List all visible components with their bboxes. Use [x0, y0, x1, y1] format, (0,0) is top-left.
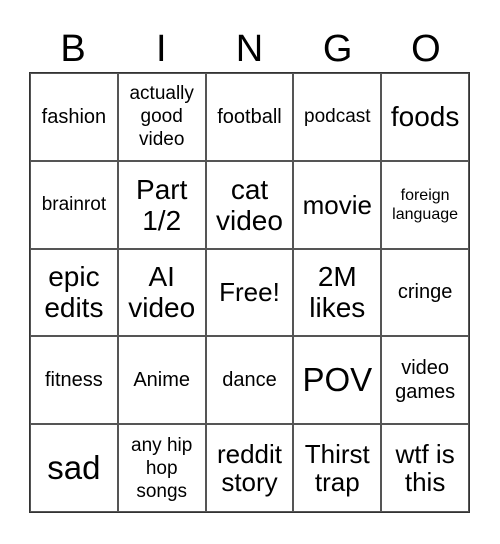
- bingo-cell[interactable]: foods: [381, 73, 469, 161]
- bingo-cell[interactable]: actually good video: [117, 73, 206, 161]
- bingo-cell[interactable]: podcast: [293, 73, 382, 161]
- bingo-cell[interactable]: Thirst trap: [293, 424, 382, 512]
- bingo-cell[interactable]: AI video: [117, 248, 206, 337]
- bingo-cell[interactable]: dance: [205, 336, 294, 425]
- bingo-cell[interactable]: brainrot: [30, 160, 118, 249]
- bingo-cell[interactable]: wtf is this: [381, 424, 469, 512]
- bingo-cell[interactable]: video games: [381, 336, 469, 425]
- bingo-cell[interactable]: Part 1/2: [117, 160, 206, 249]
- header-letter-n: N: [235, 28, 264, 70]
- bingo-cell[interactable]: cat video: [205, 160, 294, 249]
- free-space-cell[interactable]: Free!: [205, 248, 294, 337]
- bingo-cell[interactable]: Anime: [117, 336, 206, 425]
- bingo-cell[interactable]: any hip hop songs: [117, 424, 206, 512]
- bingo-cell[interactable]: POV: [293, 336, 382, 425]
- bingo-header: B I N G O: [29, 26, 470, 72]
- bingo-cell[interactable]: 2M likes: [293, 248, 382, 337]
- bingo-cell[interactable]: sad: [30, 424, 118, 512]
- bingo-grid: fashion actually good video football pod…: [29, 72, 470, 513]
- bingo-cell[interactable]: football: [205, 73, 294, 161]
- bingo-cell[interactable]: epic edits: [30, 248, 118, 337]
- bingo-cell[interactable]: reddit story: [205, 424, 294, 512]
- bingo-cell[interactable]: fitness: [30, 336, 118, 425]
- bingo-cell[interactable]: cringe: [381, 248, 469, 337]
- bingo-cell[interactable]: foreign language: [381, 160, 469, 249]
- header-letter-o: O: [411, 28, 441, 70]
- header-letter-b: B: [60, 28, 86, 70]
- bingo-cell[interactable]: fashion: [30, 73, 118, 161]
- bingo-cell[interactable]: movie: [293, 160, 382, 249]
- header-letter-g: G: [322, 28, 353, 70]
- header-letter-i: I: [156, 28, 167, 70]
